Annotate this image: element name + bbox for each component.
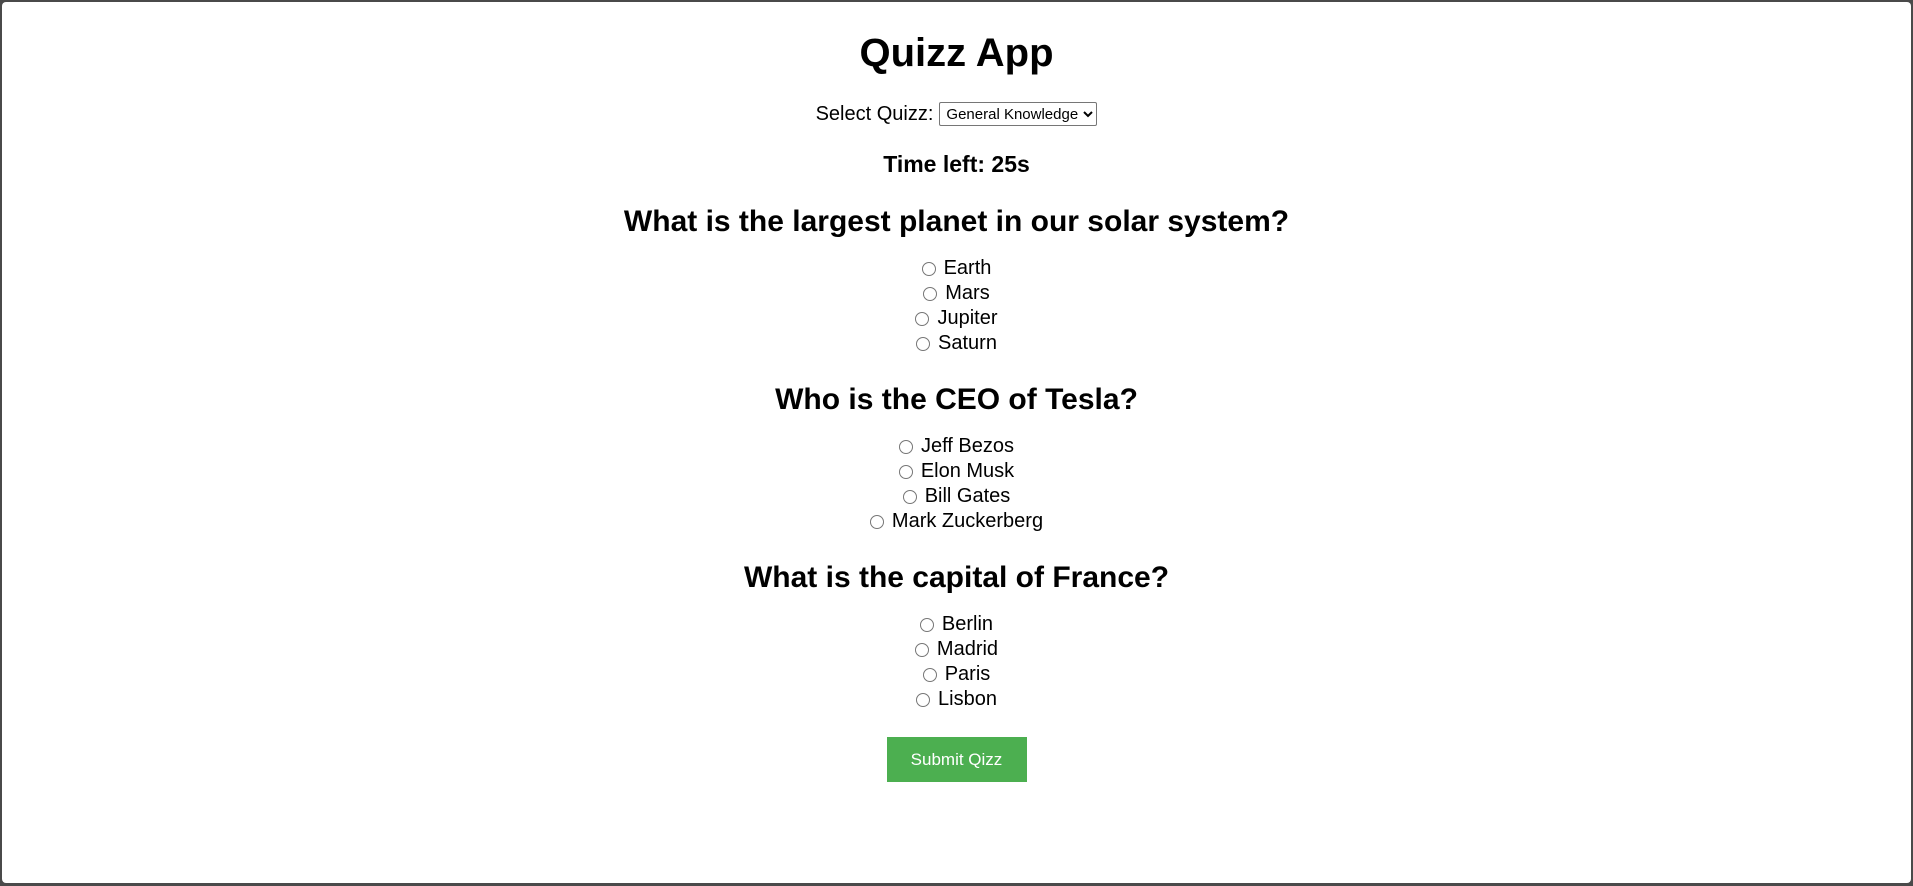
answer-options: Berlin Madrid Paris Lisbon: [914, 612, 999, 712]
answer-option-bill-gates[interactable]: Bill Gates: [902, 484, 1011, 509]
answer-label: Jeff Bezos: [920, 435, 1015, 457]
answer-option-lisbon[interactable]: Lisbon: [916, 687, 997, 712]
answer-radio[interactable]: [922, 667, 937, 682]
quiz-select-label: Select Quizz:: [815, 103, 934, 125]
question-2: Who is the CEO of Tesla? Jeff Bezos Elon…: [775, 382, 1138, 534]
answer-option-paris[interactable]: Paris: [922, 662, 991, 687]
answer-radio[interactable]: [916, 692, 931, 707]
answer-option-earth[interactable]: Earth: [921, 256, 992, 281]
answer-option-jupiter[interactable]: Jupiter: [915, 306, 998, 331]
question-text: What is the capital of France?: [743, 561, 1170, 594]
question-1: What is the largest planet in our solar …: [624, 204, 1289, 356]
answer-radio[interactable]: [898, 464, 913, 479]
question-3: What is the capital of France? Berlin Ma…: [744, 560, 1169, 712]
answer-option-mars[interactable]: Mars: [923, 281, 990, 306]
answer-option-berlin[interactable]: Berlin: [919, 612, 994, 637]
answer-label: Mars: [945, 282, 990, 304]
answer-radio[interactable]: [919, 617, 934, 632]
answer-radio[interactable]: [869, 514, 884, 529]
answer-radio[interactable]: [923, 286, 938, 301]
answer-option-elon-musk[interactable]: Elon Musk: [898, 459, 1015, 484]
answer-option-madrid[interactable]: Madrid: [914, 637, 999, 662]
answer-label: Berlin: [941, 613, 994, 635]
answer-options: Jeff Bezos Elon Musk Bill Gates Mark Zuc…: [869, 434, 1044, 534]
answer-option-jeff-bezos[interactable]: Jeff Bezos: [898, 434, 1015, 459]
page-title: Quizz App: [859, 31, 1054, 75]
answer-label: Elon Musk: [920, 460, 1015, 482]
answer-label: Lisbon: [938, 688, 997, 710]
timer-text: Time left: 25s: [883, 151, 1030, 177]
answer-label: Earth: [943, 257, 992, 279]
question-text: What is the largest planet in our solar …: [623, 205, 1290, 238]
answer-options: Earth Mars Jupiter Saturn: [915, 256, 998, 356]
answer-radio[interactable]: [916, 336, 931, 351]
answer-label: Jupiter: [937, 307, 998, 329]
answer-option-mark-zuckerberg[interactable]: Mark Zuckerberg: [869, 509, 1044, 534]
quiz-app: Quizz App Select Quizz: General Knowledg…: [2, 2, 1911, 782]
answer-radio[interactable]: [898, 439, 913, 454]
answer-radio[interactable]: [902, 489, 917, 504]
submit-quiz-button[interactable]: Submit Qizz: [886, 737, 1027, 782]
answer-label: Mark Zuckerberg: [891, 510, 1044, 532]
answer-radio[interactable]: [921, 261, 936, 276]
answer-radio[interactable]: [914, 642, 929, 657]
answer-option-saturn[interactable]: Saturn: [916, 331, 997, 356]
app-window: Quizz App Select Quizz: General Knowledg…: [2, 2, 1911, 883]
question-text: Who is the CEO of Tesla?: [775, 383, 1138, 416]
answer-label: Bill Gates: [924, 485, 1011, 507]
quiz-select-row: Select Quizz: General Knowledge: [816, 102, 1098, 126]
answer-label: Madrid: [936, 638, 999, 660]
quiz-select[interactable]: General Knowledge: [939, 102, 1098, 126]
answer-radio[interactable]: [915, 311, 930, 326]
answer-label: Saturn: [938, 332, 997, 354]
answer-label: Paris: [944, 663, 991, 685]
